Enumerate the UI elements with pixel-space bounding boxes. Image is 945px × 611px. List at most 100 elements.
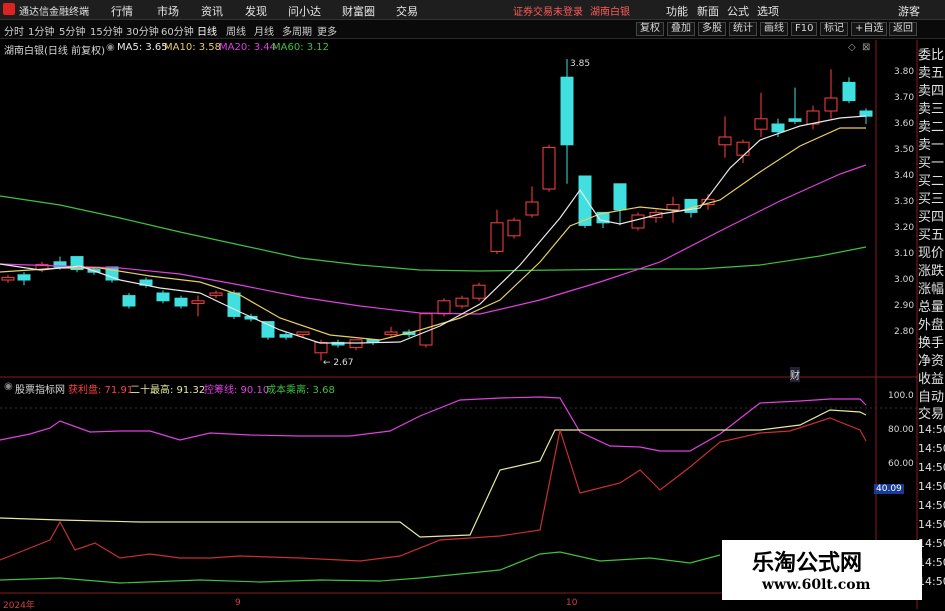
- sidebar-item[interactable]: 买五: [918, 224, 945, 243]
- finance-marker[interactable]: 财: [790, 367, 800, 382]
- menu-gongshi[interactable]: 公式: [727, 3, 749, 19]
- time-label: 14:50: [918, 575, 945, 588]
- date-label-year: 2024年: [3, 601, 35, 611]
- menu-caifuquan[interactable]: 财富圈: [342, 3, 375, 19]
- stock-title: 湖南白银: [590, 7, 630, 18]
- menu-hangqing[interactable]: 行情: [111, 3, 133, 19]
- menu-zixun[interactable]: 资讯: [201, 3, 223, 19]
- indicator-settings-icon[interactable]: ◉: [4, 381, 13, 392]
- price-axis-label: 3.00: [894, 275, 915, 285]
- login-notice[interactable]: 证券交易未登录: [513, 3, 583, 18]
- menu-shichang[interactable]: 市场: [157, 3, 179, 19]
- sidebar-item[interactable]: 净资: [918, 350, 945, 369]
- price-axis-label: 3.50: [894, 145, 915, 155]
- sidebar-item[interactable]: 买二: [918, 170, 945, 189]
- biaoji-button[interactable]: 标记: [820, 22, 848, 36]
- time-label: 14:50: [918, 442, 945, 455]
- candle-body: [631, 214, 645, 229]
- sidebar-item[interactable]: 买一: [918, 152, 945, 171]
- sidebar-item[interactable]: 外盘: [918, 314, 945, 333]
- candle-body: [507, 219, 521, 237]
- sidebar-item[interactable]: 卖四: [918, 80, 945, 99]
- period-toolbar: 分时 1分钟 5分钟 15分钟 30分钟 60分钟 日线 周线 月线 多周期 更…: [0, 20, 945, 39]
- sidebar-item[interactable]: 涨幅: [918, 278, 945, 297]
- sidebar-item[interactable]: 买四: [918, 206, 945, 225]
- period-5min[interactable]: 5分钟: [59, 23, 85, 38]
- period-month[interactable]: 月线: [254, 23, 274, 38]
- sidebar-item[interactable]: 买三: [918, 188, 945, 207]
- candle-body: [17, 274, 31, 281]
- title-bar: 通达信金融终端 行情 市场 资讯 发现 问小达 财富圈 交易 证券交易未登录 湖…: [0, 0, 945, 20]
- time-label: 14:50: [918, 518, 945, 531]
- time-label: 14:50: [918, 480, 945, 493]
- period-fenshi[interactable]: 分时: [4, 23, 24, 38]
- menu-xuanxiang[interactable]: 选项: [757, 3, 779, 19]
- profit-value: 获利盘: 71.91: [68, 385, 134, 396]
- candle-body: [1, 276, 15, 281]
- candle-body: [279, 334, 293, 338]
- guest-label[interactable]: 游客: [898, 3, 920, 19]
- period-more[interactable]: 更多: [317, 23, 337, 38]
- tongji-button[interactable]: 统计: [729, 22, 757, 36]
- period-60min[interactable]: 60分钟: [161, 23, 194, 38]
- candle-body: [472, 284, 486, 299]
- diejia-button[interactable]: 叠加: [667, 22, 695, 36]
- f10-button[interactable]: F10: [791, 22, 818, 36]
- sidebar-item[interactable]: 卖二: [918, 116, 945, 135]
- price-axis-label: 3.70: [894, 93, 915, 103]
- sidebar-item[interactable]: 收益: [918, 368, 945, 387]
- candle-body: [718, 136, 732, 146]
- watermark-url: www.60lt.com: [762, 577, 871, 593]
- candle-body: [227, 292, 241, 317]
- cost-line: [0, 551, 721, 584]
- time-label: 14:50: [918, 423, 945, 436]
- fuquan-button[interactable]: 复权: [636, 22, 664, 36]
- menu-jiaoyi[interactable]: 交易: [396, 3, 418, 19]
- candle-body: [296, 331, 310, 336]
- high-annotation: 3.85: [570, 59, 591, 69]
- duogu-button[interactable]: 多股: [698, 22, 726, 36]
- sidebar-item[interactable]: 现价: [918, 242, 945, 261]
- candle-body: [191, 300, 205, 304]
- menu-gongneng[interactable]: 功能: [666, 3, 688, 19]
- candle-body: [209, 292, 223, 297]
- sidebar-item[interactable]: 卖三: [918, 98, 945, 117]
- sidebar-item[interactable]: 换手: [918, 332, 945, 351]
- ma60-line: [0, 195, 867, 272]
- date-label-oct: 10: [566, 598, 578, 608]
- candle-body: [437, 300, 451, 315]
- ma-lines: [0, 115, 867, 344]
- low-annotation: ← 2.67: [323, 358, 354, 368]
- candle-body: [455, 297, 469, 307]
- candle-body: [384, 331, 398, 336]
- period-multi[interactable]: 多周期: [282, 23, 312, 38]
- ma5-line: [0, 115, 867, 344]
- sidebar-item[interactable]: 总量: [918, 296, 945, 315]
- candle-body: [490, 222, 504, 252]
- cost-value: 成本乘离: 3.68: [266, 385, 335, 396]
- huaxian-button[interactable]: 画线: [760, 22, 788, 36]
- back-button[interactable]: 返回: [889, 22, 917, 36]
- period-1min[interactable]: 1分钟: [28, 23, 54, 38]
- menu-xinmian[interactable]: 新面: [697, 3, 719, 19]
- candle-body: [542, 146, 556, 190]
- candle-body: [613, 183, 627, 211]
- sidebar-trade-item[interactable]: 交易: [918, 403, 945, 422]
- candle-body: [525, 201, 539, 216]
- sidebar-item[interactable]: 卖五: [918, 62, 945, 81]
- add-watchlist-button[interactable]: +自选: [851, 22, 888, 36]
- sidebar-item[interactable]: 涨跌: [918, 260, 945, 279]
- price-axis-label: 3.80: [894, 67, 915, 77]
- period-week[interactable]: 周线: [226, 23, 246, 38]
- menu-wenxiaoda[interactable]: 问小达: [288, 3, 321, 19]
- candle-body: [771, 123, 785, 133]
- trap-line: [0, 396, 867, 452]
- sidebar-item[interactable]: 委比: [918, 44, 945, 63]
- menu-faxian[interactable]: 发现: [245, 3, 267, 19]
- period-15min[interactable]: 15分钟: [90, 23, 123, 38]
- period-day[interactable]: 日线: [197, 23, 217, 38]
- period-30min[interactable]: 30分钟: [126, 23, 159, 38]
- price-axis-label: 2.80: [894, 327, 915, 337]
- candle-body: [666, 204, 680, 211]
- sidebar-item[interactable]: 卖一: [918, 134, 945, 153]
